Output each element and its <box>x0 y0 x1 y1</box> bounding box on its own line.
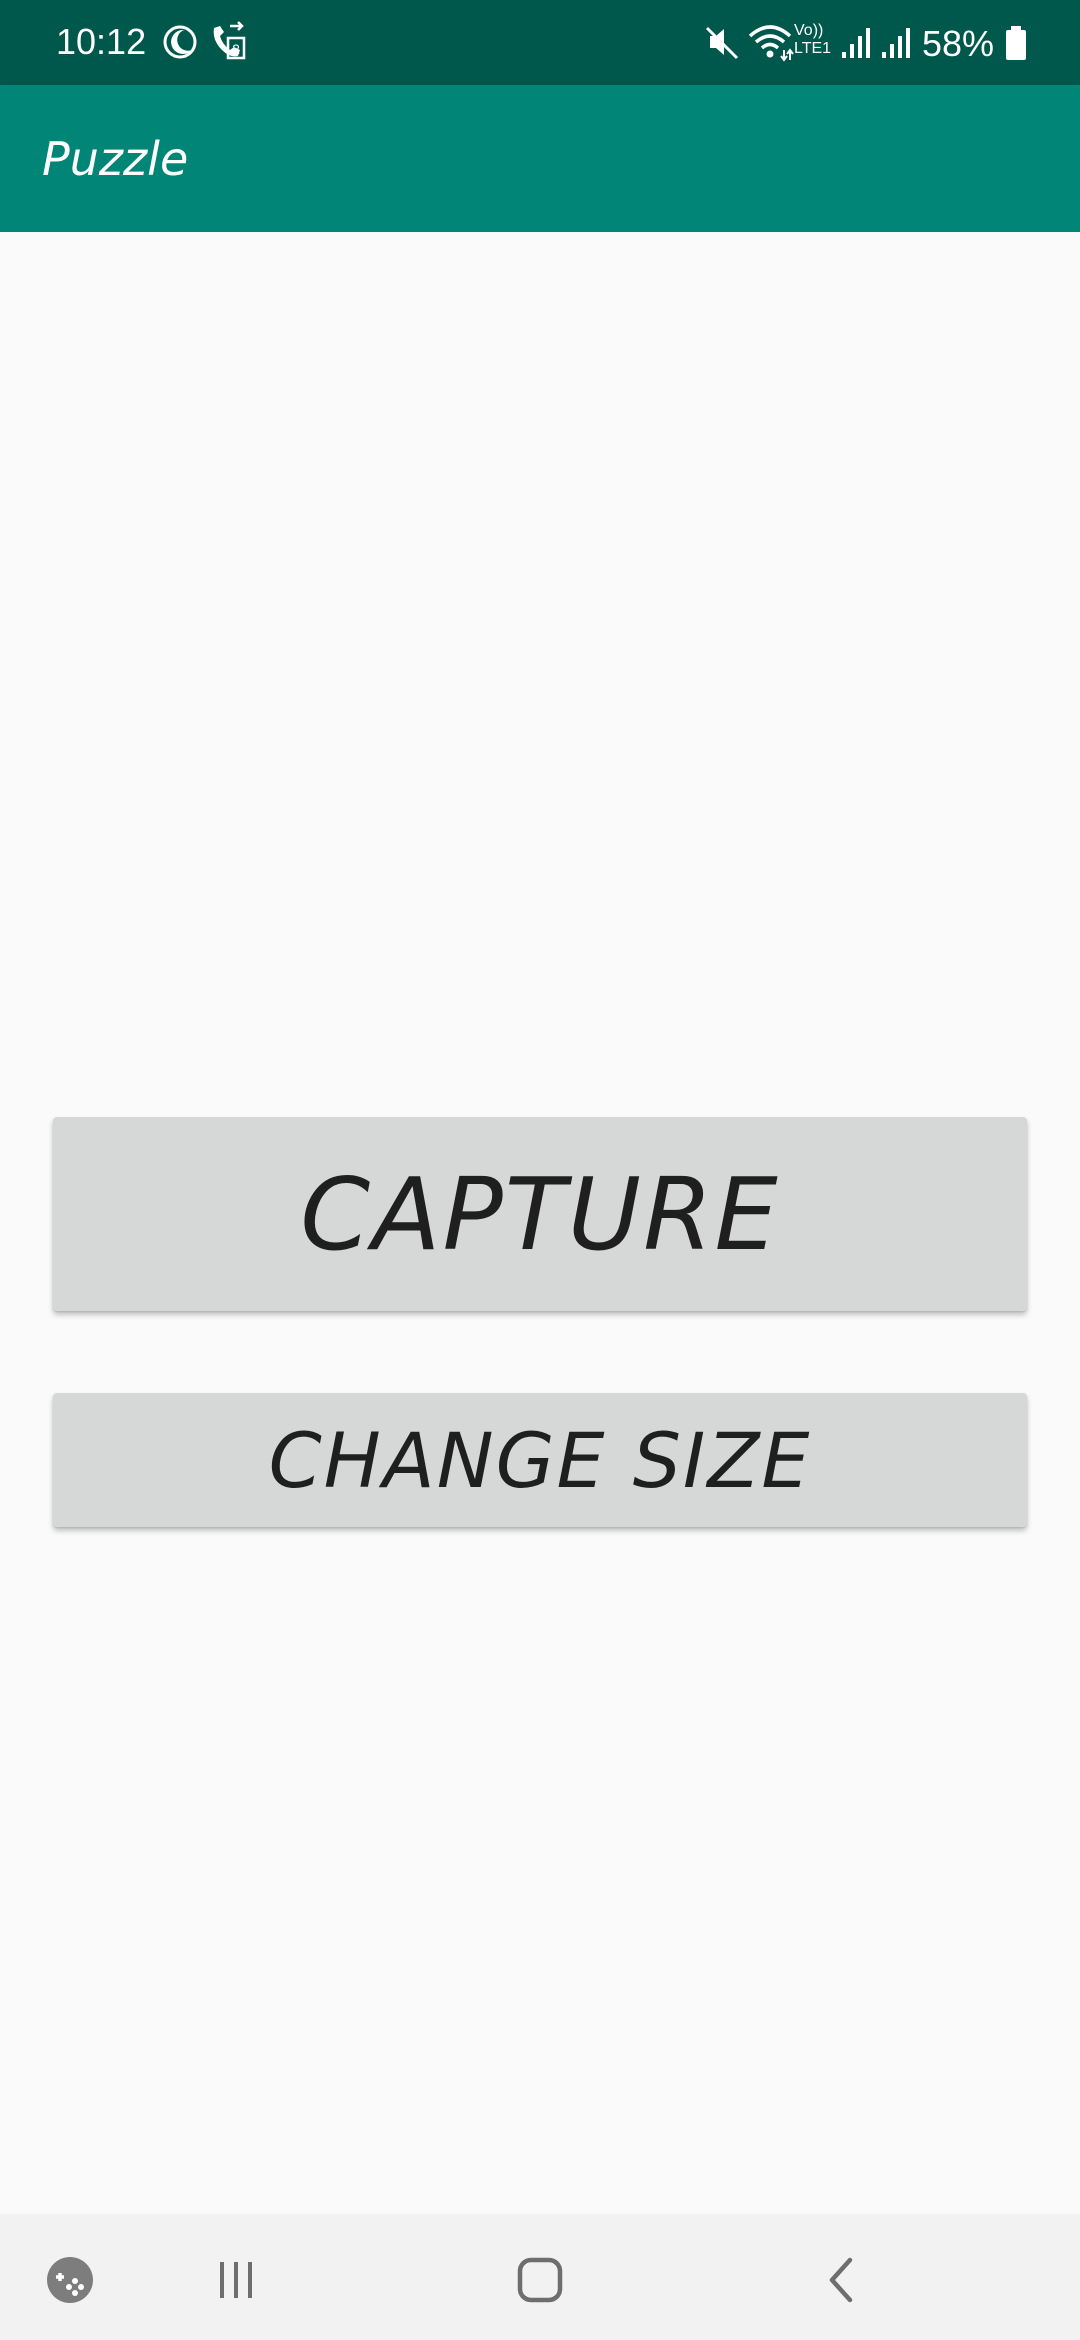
signal-icon <box>840 20 876 64</box>
game-launcher-icon[interactable] <box>40 2250 100 2310</box>
wifi-icon <box>746 20 794 64</box>
app-bar: Puzzle <box>0 85 1080 232</box>
status-time: 10:12 <box>56 21 147 62</box>
call-transfer-icon: 2 <box>208 20 248 64</box>
moon-icon <box>160 20 200 64</box>
signal-icon <box>880 20 916 64</box>
recent-apps-icon[interactable] <box>200 2244 272 2316</box>
network-type-label: Vo)) LTE1 <box>794 22 832 57</box>
svg-text:2: 2 <box>232 41 240 57</box>
app-title: Puzzle <box>42 132 189 186</box>
battery-percent: 58% <box>922 23 995 64</box>
back-icon[interactable] <box>806 2244 878 2316</box>
navigation-bar <box>0 2214 1080 2340</box>
change-size-button[interactable]: CHANGE SIZE <box>53 1393 1027 1527</box>
status-bar: 10:12 2 Vo)) LTE1 58% <box>0 0 1080 85</box>
mute-icon <box>704 20 740 64</box>
capture-button[interactable]: CAPTURE <box>53 1117 1027 1311</box>
battery-icon <box>1004 20 1028 64</box>
home-icon[interactable] <box>504 2244 576 2316</box>
